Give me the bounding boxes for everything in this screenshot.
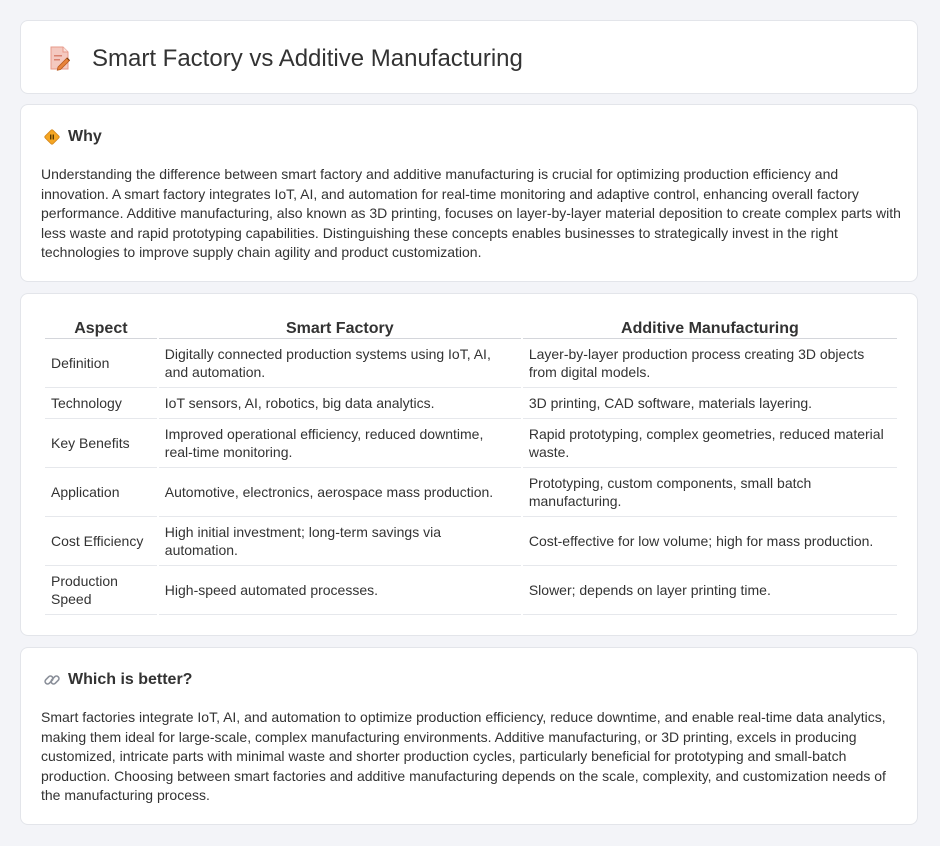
why-heading: Why bbox=[68, 128, 102, 145]
table-row: Production Speed High-speed automated pr… bbox=[45, 566, 897, 615]
column-header-additive-manufacturing: Additive Manufacturing bbox=[522, 316, 897, 339]
table-row: Application Automotive, electronics, aer… bbox=[45, 468, 897, 517]
additive-manufacturing-cell: Prototyping, custom components, small ba… bbox=[522, 468, 897, 517]
additive-manufacturing-cell: 3D printing, CAD software, materials lay… bbox=[522, 388, 897, 419]
table-header-row: Aspect Smart Factory Additive Manufactur… bbox=[45, 316, 897, 339]
smart-factory-cell: High initial investment; long-term savin… bbox=[158, 517, 521, 566]
comparison-table: Aspect Smart Factory Additive Manufactur… bbox=[43, 316, 899, 615]
which-is-better-text: Smart factories integrate IoT, AI, and a… bbox=[41, 709, 886, 804]
smart-factory-cell: Automotive, electronics, aerospace mass … bbox=[158, 468, 521, 517]
why-text: Understanding the difference between sma… bbox=[41, 166, 901, 261]
additive-manufacturing-cell: Slower; depends on layer printing time. bbox=[522, 566, 897, 615]
aspect-cell: Cost Efficiency bbox=[45, 517, 157, 566]
why-section: Why Understanding the difference between… bbox=[20, 104, 918, 282]
column-header-smart-factory: Smart Factory bbox=[158, 316, 521, 339]
additive-manufacturing-cell: Cost-effective for low volume; high for … bbox=[522, 517, 897, 566]
column-header-aspect: Aspect bbox=[45, 316, 157, 339]
comparison-section: Aspect Smart Factory Additive Manufactur… bbox=[20, 293, 918, 636]
diamond-sign-icon bbox=[44, 129, 60, 145]
additive-manufacturing-cell: Rapid prototyping, complex geometries, r… bbox=[522, 419, 897, 468]
aspect-cell: Definition bbox=[45, 339, 157, 388]
page-title: Smart Factory vs Additive Manufacturing bbox=[92, 45, 523, 72]
smart-factory-cell: High-speed automated processes. bbox=[158, 566, 521, 615]
smart-factory-cell: Improved operational efficiency, reduced… bbox=[158, 419, 521, 468]
table-row: Cost Efficiency High initial investment;… bbox=[45, 517, 897, 566]
aspect-cell: Key Benefits bbox=[45, 419, 157, 468]
link-icon bbox=[44, 675, 60, 685]
table-row: Technology IoT sensors, AI, robotics, bi… bbox=[45, 388, 897, 419]
which-is-better-section: Which is better? Smart factories integra… bbox=[20, 647, 918, 825]
title-card: Smart Factory vs Additive Manufacturing bbox=[20, 20, 918, 94]
aspect-cell: Technology bbox=[45, 388, 157, 419]
aspect-cell: Production Speed bbox=[45, 566, 157, 615]
document-pencil-icon bbox=[50, 46, 71, 71]
which-is-better-heading: Which is better? bbox=[68, 671, 193, 688]
table-row: Definition Digitally connected productio… bbox=[45, 339, 897, 388]
smart-factory-cell: Digitally connected production systems u… bbox=[158, 339, 521, 388]
aspect-cell: Application bbox=[45, 468, 157, 517]
table-row: Key Benefits Improved operational effici… bbox=[45, 419, 897, 468]
smart-factory-cell: IoT sensors, AI, robotics, big data anal… bbox=[158, 388, 521, 419]
additive-manufacturing-cell: Layer-by-layer production process creati… bbox=[522, 339, 897, 388]
